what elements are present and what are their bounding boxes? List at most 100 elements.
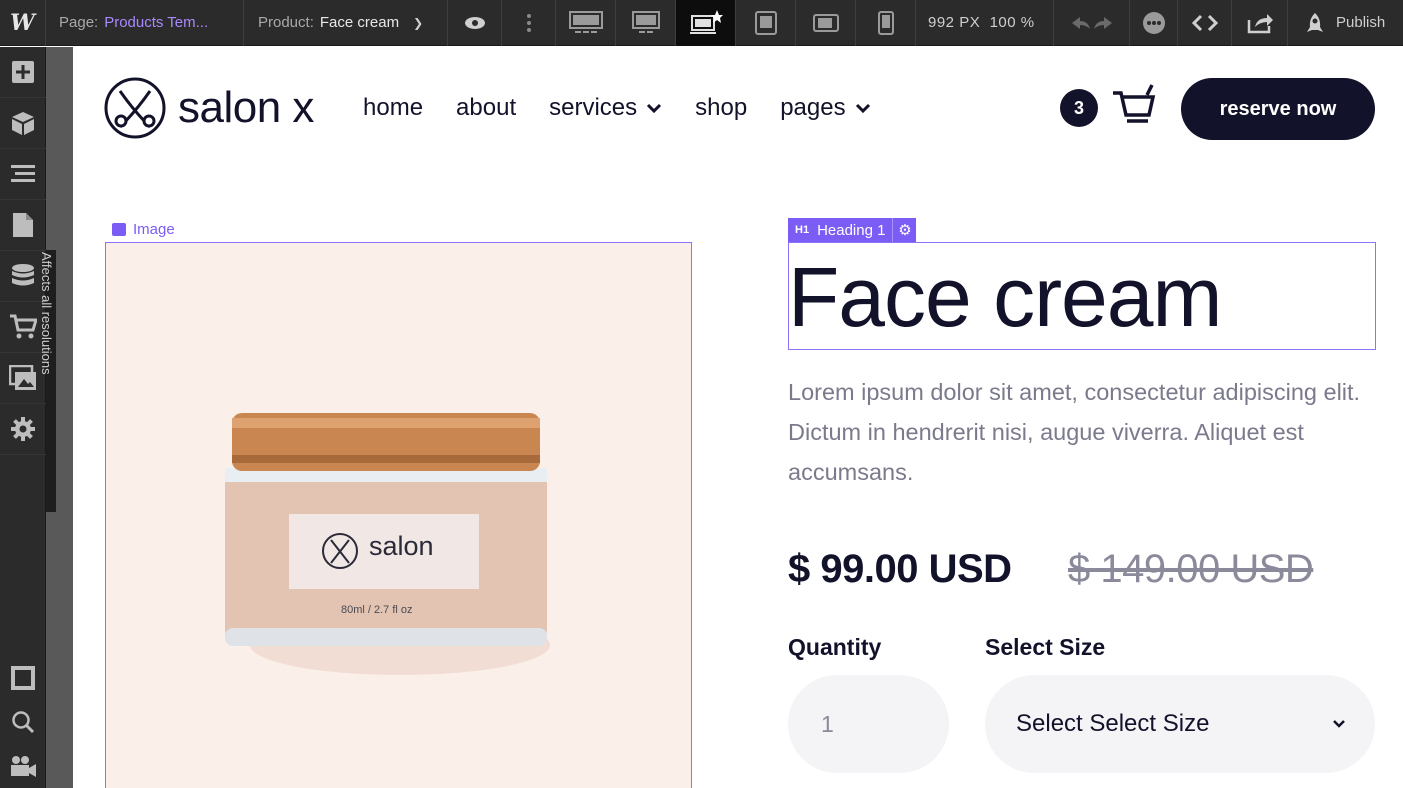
gear-icon[interactable]: ⚙ (892, 218, 917, 242)
nav-pages-label: pages (780, 94, 846, 121)
product-selector-value: Face cream (319, 14, 400, 31)
canvas-width: 992 PX (928, 14, 981, 31)
more-vertical-icon (526, 13, 531, 32)
share-button[interactable] (1232, 0, 1288, 46)
site-nav: home about services shop pages (363, 94, 904, 122)
breakpoint-mobile-portrait[interactable] (856, 0, 916, 46)
webflow-logo[interactable]: W (0, 0, 46, 46)
components-icon (12, 112, 34, 135)
image-selection-tag[interactable]: Image (112, 221, 175, 238)
chevron-down-icon (855, 103, 870, 113)
layout-toggle-button[interactable] (0, 656, 46, 700)
desktop-icon (631, 10, 660, 33)
canvas-zoom: 100 % (989, 14, 1035, 31)
search-icon (12, 711, 35, 734)
breakpoint-base[interactable] (676, 0, 736, 46)
mobile-portrait-icon (877, 10, 894, 35)
breakpoint-tablet[interactable] (736, 0, 796, 46)
preview-button[interactable] (448, 0, 502, 46)
product-title[interactable]: Face cream (788, 249, 1222, 346)
publish-label: Publish (1336, 14, 1386, 31)
nav-shop-label: shop (695, 94, 748, 121)
salon-logo-icon (104, 77, 166, 139)
undo-redo-icon (1071, 16, 1112, 29)
heading-tag-main: H1 Heading 1 (788, 218, 893, 242)
components-panel-button[interactable] (0, 98, 46, 149)
large-desktop-icon (568, 10, 603, 33)
h1-icon: H1 (795, 224, 810, 236)
nav-shop[interactable]: shop (695, 94, 747, 122)
brand-name: salon x (178, 83, 314, 132)
pages-icon (13, 213, 33, 237)
product-image[interactable]: salon 80ml / 2.7 fl oz (105, 242, 692, 788)
chevron-down-icon: ❯ (413, 15, 424, 30)
image-icon (112, 223, 126, 236)
rocket-icon (1307, 12, 1323, 32)
share-icon (1247, 13, 1273, 33)
size-select-value: Select Select Size (1016, 710, 1210, 737)
code-export-button[interactable] (1178, 0, 1232, 46)
chevron-down-icon (647, 103, 662, 113)
product-selector-label: Product: (258, 14, 314, 31)
page-selector-label: Page: (59, 14, 99, 31)
chevron-down-icon (1333, 720, 1345, 728)
image-tag-label: Image (133, 221, 175, 238)
size-label: Select Size (985, 634, 1106, 660)
heading-selection-tag[interactable]: H1 Heading 1 ⚙ (788, 218, 917, 242)
undo-redo[interactable] (1054, 0, 1130, 46)
heading-tag-label: Heading 1 (817, 221, 886, 239)
collaboration-button[interactable] (1130, 0, 1178, 46)
mobile-landscape-icon (812, 13, 839, 32)
page-selector[interactable]: Page: Products Tem... (46, 0, 244, 46)
navigator-icon (11, 165, 35, 182)
nav-services-label: services (549, 94, 638, 121)
jar-volume: 80ml / 2.7 fl oz (341, 604, 413, 616)
breakpoint-xxl[interactable] (556, 0, 616, 46)
assets-icon (9, 365, 36, 390)
add-panel-button[interactable] (0, 47, 46, 98)
canvas-size-info: 992 PX 100 % (916, 0, 1054, 46)
desktop-star-icon (689, 9, 723, 34)
nav-about[interactable]: about (456, 94, 516, 122)
product-jar-image (225, 413, 550, 675)
nav-services[interactable]: services (549, 94, 662, 122)
size-select[interactable]: Select Select Size (985, 675, 1375, 773)
product-price[interactable]: $ 99.00 USD (788, 547, 1012, 592)
nav-home[interactable]: home (363, 94, 423, 122)
eye-icon (464, 16, 485, 29)
layout-icon (11, 666, 35, 690)
nav-home-label: home (363, 94, 424, 121)
nav-pages[interactable]: pages (780, 94, 870, 122)
page-selector-value: Products Tem... (104, 14, 209, 31)
designer-topbar: W Page: Products Tem... Product: Face cr… (0, 0, 1403, 46)
code-icon (1191, 14, 1218, 31)
add-icon (12, 61, 34, 83)
tablet-icon (754, 10, 777, 35)
settings-icon (11, 417, 35, 441)
product-selector[interactable]: Product: Face cream ❯ (244, 0, 448, 46)
publish-button[interactable]: Publish (1288, 0, 1403, 46)
site-brand[interactable]: salon x (104, 77, 314, 139)
resolution-note: Affects all resolutions (40, 252, 54, 375)
video-tutorials-button[interactable] (0, 744, 46, 788)
navigator-panel-button[interactable] (0, 149, 46, 200)
search-button[interactable] (0, 700, 46, 744)
cms-icon (12, 264, 34, 286)
sidebar-bottom (0, 656, 46, 788)
quantity-label: Quantity (788, 634, 882, 660)
cart-count-badge: 3 (1060, 89, 1098, 127)
nav-about-label: about (456, 94, 517, 121)
product-description[interactable]: Lorem ipsum dolor sit amet, consectetur … (788, 372, 1378, 492)
reserve-now-button[interactable]: reserve now (1181, 78, 1375, 140)
breakpoint-xl[interactable] (616, 0, 676, 46)
video-icon (11, 756, 36, 777)
quantity-input[interactable] (788, 675, 949, 773)
ecommerce-icon (10, 314, 37, 339)
jar-brand: salon (369, 531, 434, 561)
breakpoint-mobile-landscape[interactable] (796, 0, 856, 46)
more-options-button[interactable] (502, 0, 556, 46)
product-compare-price[interactable]: $ 149.00 USD (1068, 547, 1314, 592)
design-canvas[interactable]: salon x home about services shop pages 3… (73, 47, 1403, 788)
cart-icon[interactable] (1111, 83, 1157, 127)
pages-panel-button[interactable] (0, 200, 46, 251)
